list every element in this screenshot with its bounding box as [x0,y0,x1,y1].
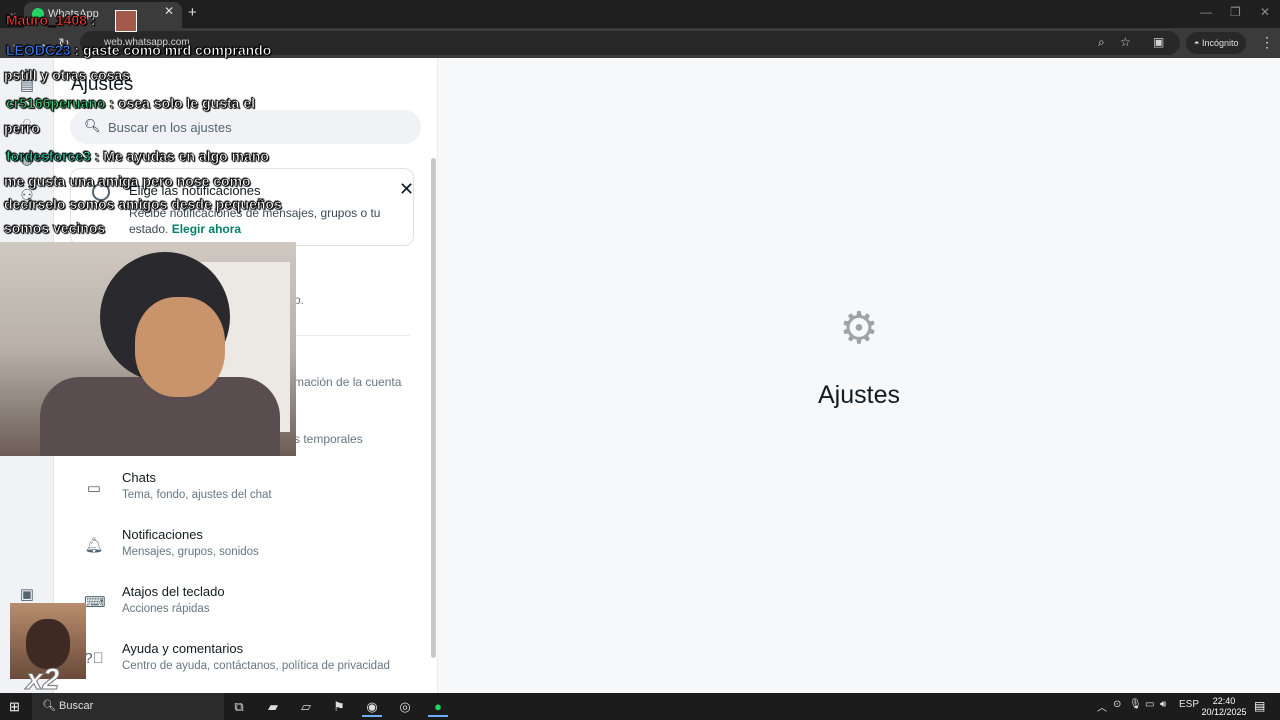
settings-scrollbar[interactable] [431,158,436,658]
chrome-icon[interactable]: ◉ [362,697,382,717]
multiplier-label: x2 [25,663,60,697]
main-pane: ⚙ Ajustes [438,58,1280,693]
chat-username: Mauro_1408 [6,12,88,29]
settings-item-keyboard-shortcuts[interactable]: ⌨ Atajos del teclado Acciones rápidas [54,580,432,636]
settings-item-subtitle: Mensajes, grupos, sonidos [122,546,259,558]
bookmark-star-icon[interactable]: ☆ [1120,35,1131,49]
chat-text: : Me ayudas en algo mano [94,148,269,165]
minimize-icon[interactable]: — [1200,5,1212,19]
chat-message: decirselo somos amigos desde pequeños [4,196,282,213]
settings-item-subtitle: Centro de ayuda, contáctanos, política d… [122,660,390,672]
media-nav-icon[interactable]: ▣ [18,585,36,603]
incognito-badge[interactable]: ◓ Incógnito [1186,32,1247,54]
file-explorer-icon[interactable]: ▰ [263,697,283,717]
incognito-icon: ◓ [1194,38,1202,48]
install-app-icon[interactable]: ▣ [1153,35,1164,49]
chat-text: : gaste como mrd comprando [74,42,272,59]
chat-text: perro [4,120,40,137]
taskbar-search-label: Buscar [59,700,94,712]
gear-icon: ⚙ [839,304,879,353]
spotify-icon[interactable]: ● [428,697,448,717]
chat-username: fordesforce3 [6,148,91,165]
settings-item-title: Notificaciones [122,527,203,542]
meme-face [26,619,70,669]
chat-message: fordesforce3 : Me ayudas en algo mano [6,148,270,165]
chat-message: cr5166peruano : osea solo le gusta el [6,95,256,112]
settings-item-notifications[interactable]: 🔔︎ Notificaciones Mensajes, grupos, soni… [54,523,432,579]
chat-icon: ▭ [86,480,102,497]
settings-item-subtitle: Acciones rápidas [122,603,210,615]
close-tab-icon[interactable]: ✕ [164,4,174,18]
chat-text: : [90,12,96,29]
chat-text: decirselo somos amigos desde pequeños [4,196,282,213]
chat-message: pstill y otras cosas [4,67,131,84]
chat-text: me gusta una amiga pero nose como [4,173,251,190]
chat-username: cr5166peruano [6,95,106,112]
main-title: Ajustes [818,381,900,409]
search-icon: 🔍︎ [42,700,56,712]
webcam-overlay [0,242,296,456]
settings-search-input[interactable] [108,110,408,144]
account-row-fragment: rmación de la cuenta [290,375,402,389]
microphone-icon[interactable]: 🎙︎ [1129,699,1142,710]
chat-message: Mauro_1408 : [6,12,96,29]
search-icon: 🔍︎ [84,118,101,133]
new-tab-icon[interactable]: + [188,4,197,21]
taskbar-search[interactable]: 🔍︎ Buscar [32,693,224,720]
chat-message: perro [4,120,40,137]
chat-text: somos vecinos [4,220,106,237]
clock-date: 20/12/2025 [1201,707,1247,717]
network-icon[interactable]: ▭ [1145,699,1154,710]
chat-message: LEODC23 : gaste como mrd comprando [6,42,272,59]
browser-menu-icon[interactable]: ⋮ [1260,34,1274,51]
taskbar-clock[interactable]: 22:40 20/12/2025 [1196,696,1252,718]
pinned-app-icon[interactable]: ⚑ [329,697,349,717]
volume-icon[interactable]: 🔊︎ [1160,699,1166,710]
settings-item-title: Ayuda y comentarios [122,641,244,656]
choose-now-link[interactable]: Elegir ahora [172,222,241,236]
settings-search: 🔍︎ [70,110,421,144]
task-view-icon[interactable]: ⧉ [229,697,249,717]
chat-text: pstill y otras cosas [4,67,131,84]
keyboard-icon: ⌨ [84,594,106,611]
chat-text: : osea solo le gusta el [109,95,255,112]
zoom-icon[interactable]: ⌕ [1098,35,1105,50]
close-icon[interactable]: ✕ [399,179,414,200]
chat-username: LEODC23 [6,42,71,59]
incognito-label: Incógnito [1201,38,1239,48]
webcam-person-face [135,297,225,397]
settings-item-help[interactable]: ?⃝ Ayuda y comentarios Centro de ayuda, … [54,637,432,693]
chat-message: me gusta una amiga pero nose como [4,173,251,190]
notification-center-icon[interactable]: ▤ [1254,699,1265,713]
help-icon: ?⃝ [84,650,104,667]
settings-item-subtitle: Tema, fondo, ajustes del chat [122,489,272,501]
maximize-icon[interactable]: ❐ [1230,5,1241,19]
windows-taskbar: ⊞ 🔍︎ Buscar ⧉ ▰ ▱ ⚑ ◉ ◎ ● ︿ ⊙ 🎙︎ ▭ 🔊︎ ES… [0,693,1280,720]
chat-message: somos vecinos [4,220,106,237]
settings-item-title: Atajos del teclado [122,584,225,599]
clock-time: 22:40 [1212,696,1236,706]
tray-overflow-icon[interactable]: ︿ [1097,699,1107,714]
tray-app-icon[interactable]: ⊙ [1113,699,1121,710]
tab-strip: ⌄ WhatsApp ✕ + — ❐ ✕ [0,0,1280,28]
bell-icon: 🔔︎ [84,537,104,554]
privacy-row-fragment: s temporales [294,432,363,446]
close-window-icon[interactable]: ✕ [1260,5,1270,19]
chat-avatar [115,10,137,32]
settings-item-title: Chats [122,470,156,485]
settings-item-chats[interactable]: ▭ Chats Tema, fondo, ajustes del chat [54,466,432,522]
obs-icon[interactable]: ◎ [395,697,415,717]
notes-app-icon[interactable]: ▱ [296,697,316,717]
windows-start-icon[interactable]: ⊞ [9,699,20,715]
